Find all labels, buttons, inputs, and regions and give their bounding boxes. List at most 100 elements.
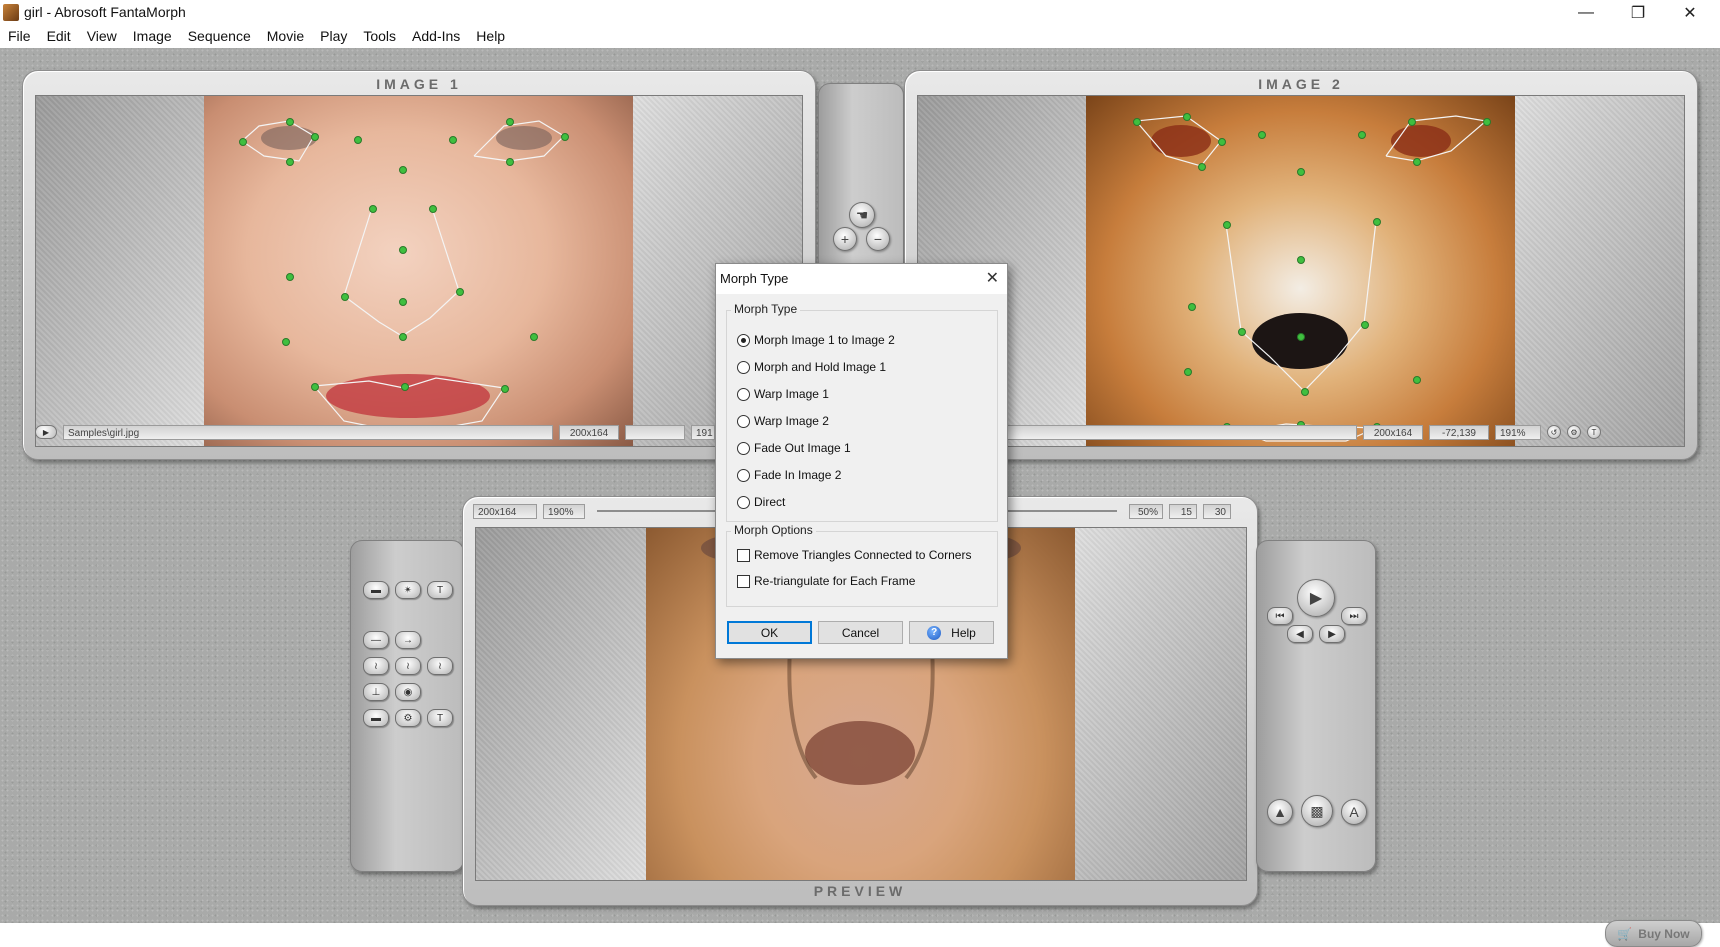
tool-button[interactable]: ≀ <box>395 657 421 675</box>
pointer-tool-icon[interactable]: ☚ <box>849 202 875 228</box>
image2-zoom[interactable]: 191% <box>1495 424 1541 440</box>
key-point[interactable] <box>1301 388 1309 396</box>
key-point[interactable] <box>399 298 407 306</box>
key-point[interactable] <box>399 166 407 174</box>
menu-tools[interactable]: Tools <box>355 25 404 48</box>
menu-add-ins[interactable]: Add-Ins <box>404 25 468 48</box>
key-point[interactable] <box>286 273 294 281</box>
key-point[interactable] <box>1198 163 1206 171</box>
radio-indicator[interactable] <box>737 333 750 347</box>
key-point[interactable] <box>399 333 407 341</box>
prev-frame-icon[interactable]: ◀ <box>1287 625 1313 643</box>
last-frame-icon[interactable]: ⏭ <box>1341 607 1367 625</box>
text-button[interactable]: T <box>427 581 453 599</box>
image1-viewport[interactable] <box>35 95 803 447</box>
key-point[interactable] <box>311 383 319 391</box>
key-point[interactable] <box>1297 256 1305 264</box>
image1-morph-mesh[interactable] <box>204 96 633 446</box>
dialog-close-icon[interactable]: ✕ <box>986 268 999 288</box>
key-point[interactable] <box>1258 131 1266 139</box>
preview-zoom[interactable]: 190% <box>543 503 585 519</box>
key-point[interactable] <box>239 138 247 146</box>
radio-fade-in-image-2[interactable]: Fade In Image 2 <box>737 468 841 482</box>
rotate-icon[interactable]: ↺ <box>1547 425 1561 439</box>
checkbox-indicator[interactable] <box>737 548 750 562</box>
key-point[interactable] <box>1408 118 1416 126</box>
key-point[interactable] <box>286 118 294 126</box>
preview-size[interactable]: 200x164 <box>473 503 537 519</box>
image2-viewport[interactable] <box>917 95 1685 447</box>
image1-zoom[interactable]: 191 <box>691 424 715 440</box>
radio-direct[interactable]: Direct <box>737 495 785 509</box>
help-button[interactable]: ? Help <box>909 621 994 644</box>
menu-movie[interactable]: Movie <box>259 25 312 48</box>
key-point[interactable] <box>1223 221 1231 229</box>
key-point[interactable] <box>1361 321 1369 329</box>
menu-help[interactable]: Help <box>468 25 513 48</box>
export-icon[interactable]: ▲ <box>1267 799 1293 825</box>
key-point[interactable] <box>282 338 290 346</box>
cancel-button[interactable]: Cancel <box>818 621 903 644</box>
ok-button[interactable]: OK <box>727 621 812 644</box>
menu-file[interactable]: File <box>0 25 39 48</box>
key-point[interactable] <box>311 133 319 141</box>
key-point[interactable] <box>561 133 569 141</box>
next-frame-icon[interactable]: ▶ <box>1319 625 1345 643</box>
key-point[interactable] <box>1238 328 1246 336</box>
radio-indicator[interactable] <box>737 360 750 374</box>
key-point[interactable] <box>456 288 464 296</box>
buy-now-button[interactable]: 🛒 Buy Now <box>1605 920 1702 947</box>
checkbox-retriangulate[interactable]: Re-triangulate for Each Frame <box>737 574 915 588</box>
radio-indicator[interactable] <box>737 495 750 509</box>
settings-button[interactable]: ⚙ <box>395 709 421 727</box>
tool-button[interactable]: ≀ <box>427 657 453 675</box>
tool-button[interactable]: — <box>363 631 389 649</box>
font-icon[interactable]: A <box>1341 799 1367 825</box>
radio-warp-image-1[interactable]: Warp Image 1 <box>737 387 829 401</box>
key-point[interactable] <box>369 205 377 213</box>
tool-button[interactable]: ▬ <box>363 581 389 599</box>
menu-view[interactable]: View <box>79 25 125 48</box>
add-point-icon[interactable]: + <box>833 227 857 251</box>
tool-button[interactable]: ≀ <box>363 657 389 675</box>
settings-icon[interactable]: ⚙ <box>1567 425 1581 439</box>
key-point[interactable] <box>1373 218 1381 226</box>
radio-warp-image-2[interactable]: Warp Image 2 <box>737 414 829 428</box>
arrow-button[interactable]: → <box>395 631 421 649</box>
play-icon[interactable]: ▶ <box>1297 579 1335 617</box>
key-point[interactable] <box>506 158 514 166</box>
radio-morph-1-to-2[interactable]: Morph Image 1 to Image 2 <box>737 333 895 347</box>
key-point[interactable] <box>354 136 362 144</box>
key-point[interactable] <box>1297 333 1305 341</box>
key-point[interactable] <box>401 383 409 391</box>
key-point[interactable] <box>530 333 538 341</box>
radio-morph-and-hold[interactable]: Morph and Hold Image 1 <box>737 360 886 374</box>
remove-point-icon[interactable]: − <box>866 227 890 251</box>
restore-icon[interactable]: ❐ <box>1613 0 1663 25</box>
key-point[interactable] <box>341 293 349 301</box>
key-point[interactable] <box>1188 303 1196 311</box>
key-point[interactable] <box>449 136 457 144</box>
key-point[interactable] <box>1133 118 1141 126</box>
key-point[interactable] <box>429 205 437 213</box>
tool-button[interactable]: ✴ <box>395 581 421 599</box>
key-point[interactable] <box>1297 168 1305 176</box>
checkbox-indicator[interactable] <box>737 574 750 588</box>
tool-button[interactable]: ▬ <box>363 709 389 727</box>
key-point[interactable] <box>506 118 514 126</box>
key-point[interactable] <box>1413 158 1421 166</box>
key-point[interactable] <box>1184 368 1192 376</box>
text-tool-icon[interactable]: T <box>1587 425 1601 439</box>
key-point[interactable] <box>1413 376 1421 384</box>
radio-indicator[interactable] <box>737 441 750 455</box>
close-icon[interactable]: ✕ <box>1665 0 1715 25</box>
minimize-icon[interactable]: — <box>1561 0 1611 25</box>
preview-fps[interactable]: 30 <box>1203 503 1231 519</box>
radio-indicator[interactable] <box>737 414 750 428</box>
key-point[interactable] <box>1183 113 1191 121</box>
key-point[interactable] <box>1218 138 1226 146</box>
eye-button[interactable]: ◉ <box>395 683 421 701</box>
menu-edit[interactable]: Edit <box>39 25 79 48</box>
text-button[interactable]: T <box>427 709 453 727</box>
key-point[interactable] <box>399 246 407 254</box>
